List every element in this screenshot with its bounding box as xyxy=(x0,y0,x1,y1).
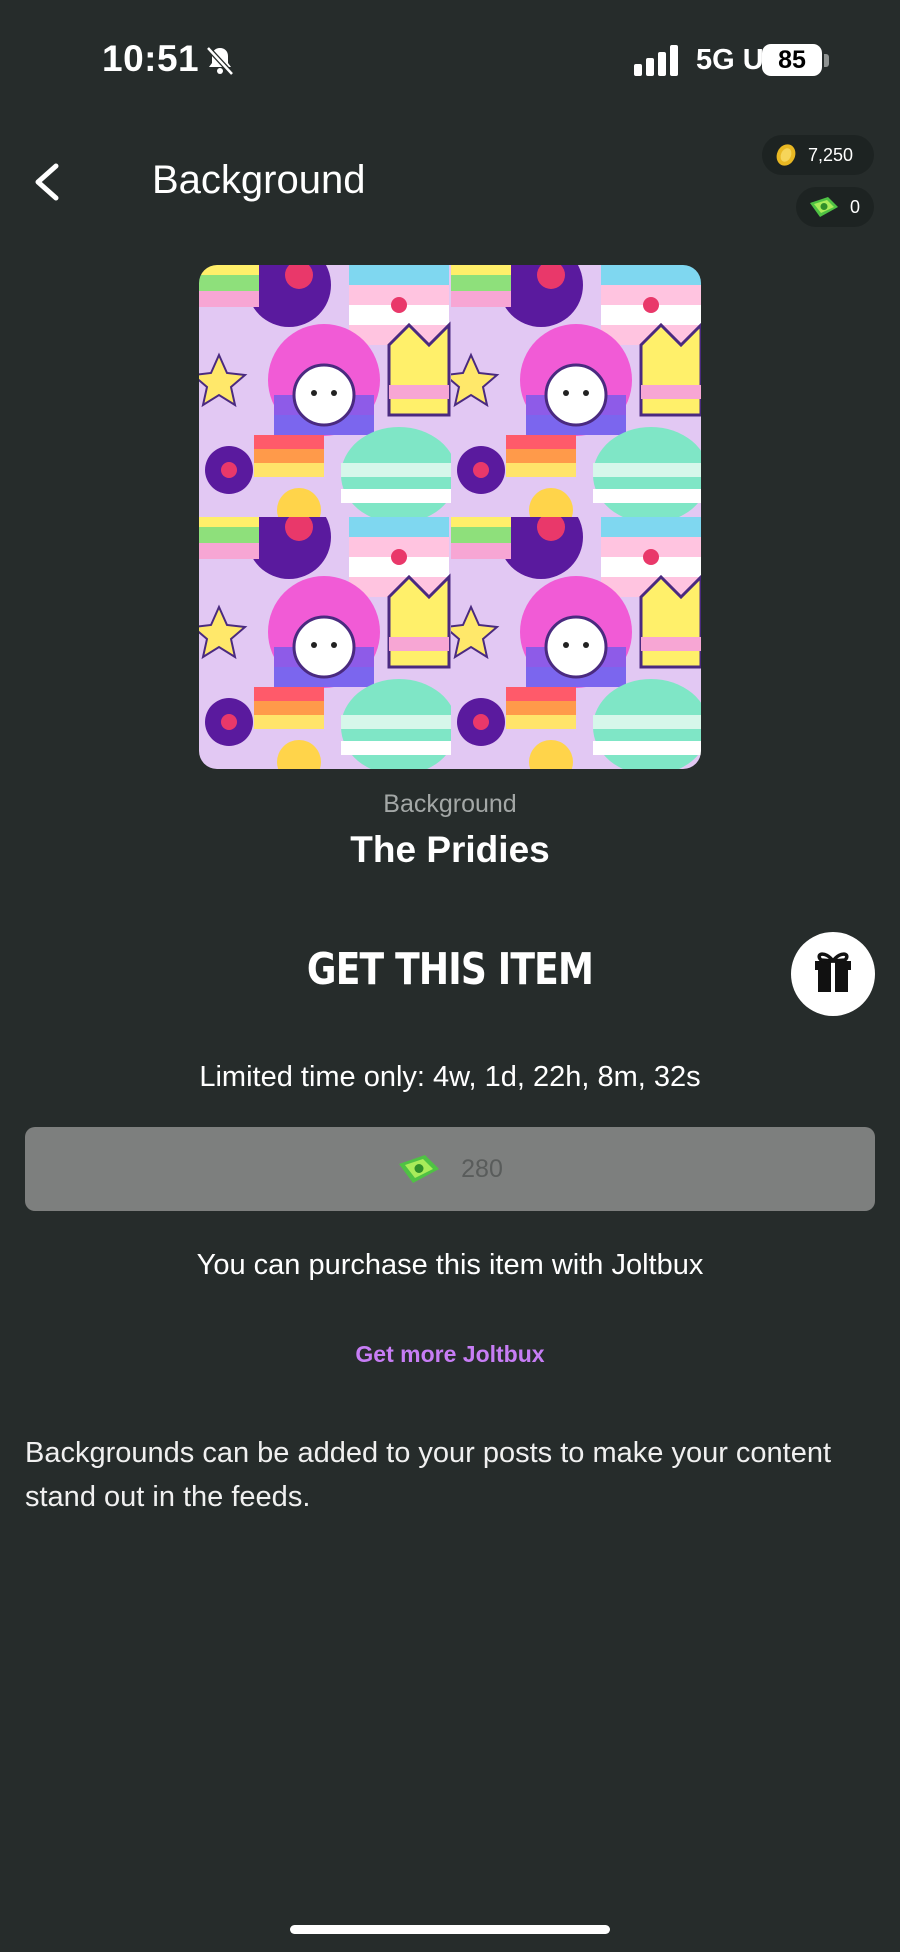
signal-icon xyxy=(634,45,678,76)
joltbux-icon xyxy=(810,197,838,217)
coin-balance-value: 7,250 xyxy=(808,144,854,165)
chevron-left-icon[interactable] xyxy=(28,160,68,204)
coin-balance[interactable]: 7,250 xyxy=(762,135,874,175)
coin-icon xyxy=(776,144,796,166)
item-artwork xyxy=(199,265,701,769)
status-time: 10:51 xyxy=(102,38,200,79)
limited-time-countdown: Limited time only: 4w, 1d, 22h, 8m, 32s xyxy=(199,1061,701,1093)
item-name: The Pridies xyxy=(350,829,550,870)
bell-slash-icon xyxy=(206,46,234,76)
item-description: Backgrounds can be added to your posts t… xyxy=(25,1437,832,1513)
home-indicator[interactable] xyxy=(290,1925,610,1934)
pridies-pattern xyxy=(199,265,701,769)
buy-button[interactable]: 280 xyxy=(25,1127,875,1211)
get-more-joltbux-link[interactable]: Get more Joltbux xyxy=(0,1341,900,1368)
joltbux-balance[interactable]: 0 xyxy=(796,187,874,227)
get-item-heading: GET THIS ITEM xyxy=(306,944,594,995)
joltbux-balance-value: 0 xyxy=(850,196,861,217)
battery-tip xyxy=(824,54,829,67)
battery-indicator: 85 xyxy=(762,44,822,76)
gift-icon xyxy=(815,952,851,992)
purchase-note: You can purchase this item with Joltbux xyxy=(196,1249,704,1281)
item-category: Background xyxy=(383,790,517,818)
gift-button[interactable] xyxy=(791,932,875,1016)
price-label: 280 xyxy=(461,1154,503,1183)
joltbux-icon xyxy=(399,1155,440,1183)
page-title: Background xyxy=(152,158,366,202)
